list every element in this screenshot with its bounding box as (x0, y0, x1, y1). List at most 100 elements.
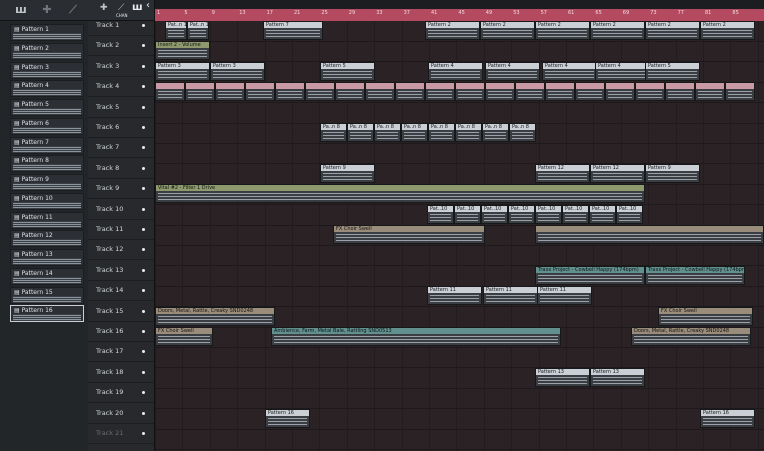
playlist-clip[interactable] (455, 82, 485, 102)
wand-icon[interactable]: ⟋ (66, 4, 80, 16)
playlist-clip[interactable]: Pat..n 1 (187, 21, 209, 40)
playlist-clip[interactable]: Pattern 16 (265, 408, 310, 428)
track-mute-dot[interactable] (142, 289, 145, 293)
playlist-clip[interactable]: FX Choir Swell (333, 225, 485, 244)
playlist-clip[interactable]: Pa..n 8 (401, 123, 428, 142)
track-mute-dot[interactable] (142, 248, 145, 252)
track-mute-dot[interactable] (142, 391, 145, 395)
playlist-clip[interactable]: Pat..10 (589, 204, 616, 224)
playlist-grid[interactable]: Pat..n 1 Pat..n 1 Pattern 7 Pattern 2 Patter… (155, 21, 764, 451)
track-header[interactable]: Track 7 (88, 137, 154, 159)
playlist-clip[interactable]: Pat..n 1 (165, 21, 187, 40)
playlist-clip[interactable]: Pattern 4 (595, 61, 650, 81)
track-header[interactable]: Track 2 (88, 35, 154, 57)
pattern-item[interactable]: ▤ Pattern 1 (10, 24, 84, 41)
playlist-clip[interactable] (575, 82, 605, 102)
playlist-clip[interactable] (335, 82, 365, 102)
track-mute-dot[interactable] (142, 411, 145, 415)
track-header[interactable]: Track 8 (88, 158, 154, 179)
track-mute-dot[interactable] (142, 166, 145, 170)
playlist-clip[interactable] (725, 82, 755, 102)
playlist-clip[interactable]: Pattern 11 (537, 286, 592, 306)
playlist-clip[interactable]: Pattern 13 (590, 367, 645, 387)
playlist-clip[interactable]: Pa..n 8 (374, 123, 401, 142)
track-lane[interactable] (155, 388, 764, 410)
playlist-clip[interactable]: Pattern 5 (645, 61, 700, 81)
track-header[interactable]: Track 19 (88, 382, 154, 404)
track-mute-dot[interactable] (142, 268, 145, 272)
track-mute-dot[interactable] (142, 126, 145, 129)
playlist-clip[interactable]: Pa..n 8 (428, 123, 455, 142)
playlist-clip[interactable]: Pattern 12 (590, 163, 645, 183)
track-header[interactable]: Track 4 (88, 76, 154, 98)
track-mute-dot[interactable] (142, 85, 145, 89)
track-mute-dot[interactable] (142, 64, 145, 68)
track-header[interactable]: Track 5 (88, 97, 154, 118)
playlist-clip[interactable] (365, 82, 395, 102)
playlist-clip[interactable] (635, 82, 665, 102)
playlist-clip[interactable]: Pat..10 (454, 204, 481, 224)
track-header[interactable]: Track 1 (88, 15, 154, 36)
playlist-clip[interactable]: Pa..n 8 (320, 123, 347, 142)
track-header[interactable]: Track 6 (88, 117, 154, 138)
pattern-item[interactable]: ▤ Pattern 14 (10, 267, 84, 285)
track-header[interactable]: Track 3 (88, 56, 154, 77)
pattern-item[interactable]: ▤ Pattern 3 (10, 61, 84, 79)
playlist-clip[interactable]: Pattern 11 (427, 286, 482, 306)
playlist-clip[interactable]: Pat..10 (562, 204, 589, 224)
track-mute-dot[interactable] (142, 228, 145, 231)
playlist-clip[interactable]: Pattern 2 (645, 21, 700, 40)
track-mute-dot[interactable] (142, 330, 145, 333)
playlist-clip[interactable]: Pattern 7 (263, 21, 323, 40)
pattern-item[interactable]: ▤ Pattern 13 (10, 249, 84, 266)
add-track-icon[interactable]: ✚ (100, 3, 108, 13)
brush-icon[interactable]: ⟋ (118, 3, 124, 13)
playlist-clip[interactable] (485, 82, 515, 102)
playlist-clip[interactable]: Traxx Project - Cowbell Happy (174bpm) (645, 265, 745, 285)
timeline-ruler[interactable]: 1 5 9 13 17 21 25 29 33 37 41 45 49 53 57 61 65 69 73 77 81 8… (155, 9, 764, 21)
playlist-clip[interactable]: Pattern 16 (700, 408, 755, 428)
track-mute-dot[interactable] (142, 432, 145, 435)
playlist-clip[interactable] (545, 82, 575, 102)
playlist-clip[interactable]: Pattern 4 (542, 61, 597, 81)
playlist-clip[interactable]: Pa..n 8 (482, 123, 509, 142)
playlist-clip[interactable]: Insert 2 - Volume (155, 41, 210, 61)
pattern-item[interactable]: ▤ Pattern 2 (10, 42, 84, 60)
playlist-icon[interactable]: ш (132, 2, 143, 13)
pattern-item[interactable]: ▤ Pattern 4 (10, 80, 84, 98)
track-mute-dot[interactable] (142, 44, 145, 48)
playlist-clip[interactable]: Pattern 3 (210, 61, 265, 81)
pattern-item[interactable]: ▤ Pattern 11 (10, 211, 84, 229)
track-header[interactable]: Track 16 (88, 321, 154, 342)
playlist-clip[interactable]: Pattern 2 (700, 21, 755, 40)
playlist-clip[interactable]: Pat..10 (535, 204, 562, 224)
track-header[interactable]: Track 15 (88, 301, 154, 322)
track-lane[interactable] (155, 143, 764, 165)
playlist-clip[interactable]: Pa..n 8 (455, 123, 482, 142)
pattern-item[interactable]: ▤ Pattern 16 (10, 305, 84, 323)
playlist-clip[interactable] (515, 82, 545, 102)
playlist-clip[interactable]: Pattern 12 (535, 163, 590, 183)
pattern-item[interactable]: ▤ Pattern 5 (10, 99, 84, 116)
piano-roll-icon[interactable]: ш (14, 4, 28, 16)
playlist-clip[interactable]: Pa..n 8 (347, 123, 374, 142)
track-header[interactable]: Track 21 (88, 423, 154, 444)
track-mute-dot[interactable] (142, 187, 145, 191)
playlist-clip[interactable]: Pattern 5 (320, 61, 375, 81)
playlist-clip[interactable] (695, 82, 725, 102)
playlist-clip[interactable]: Pattern 9 (645, 163, 700, 183)
track-header[interactable]: Track 14 (88, 280, 154, 302)
playlist-clip[interactable] (535, 225, 764, 244)
playlist-clip[interactable] (665, 82, 695, 102)
track-header[interactable]: Track 18 (88, 362, 154, 383)
playlist-clip[interactable]: Pat..10 (616, 204, 643, 224)
playlist-clip[interactable]: Pattern 2 (480, 21, 535, 40)
playlist-clip[interactable]: Pat..10 (427, 204, 454, 224)
track-mute-dot[interactable] (142, 370, 145, 374)
playlist-clip[interactable] (425, 82, 455, 102)
playlist-clip[interactable]: Pattern 2 (535, 21, 590, 40)
playlist-clip[interactable]: Doors, Metal, Rattle, Creaky SND0248 (631, 327, 751, 346)
track-mute-dot[interactable] (142, 350, 145, 354)
playlist-clip[interactable] (155, 82, 185, 102)
playlist-clip[interactable] (605, 82, 635, 102)
